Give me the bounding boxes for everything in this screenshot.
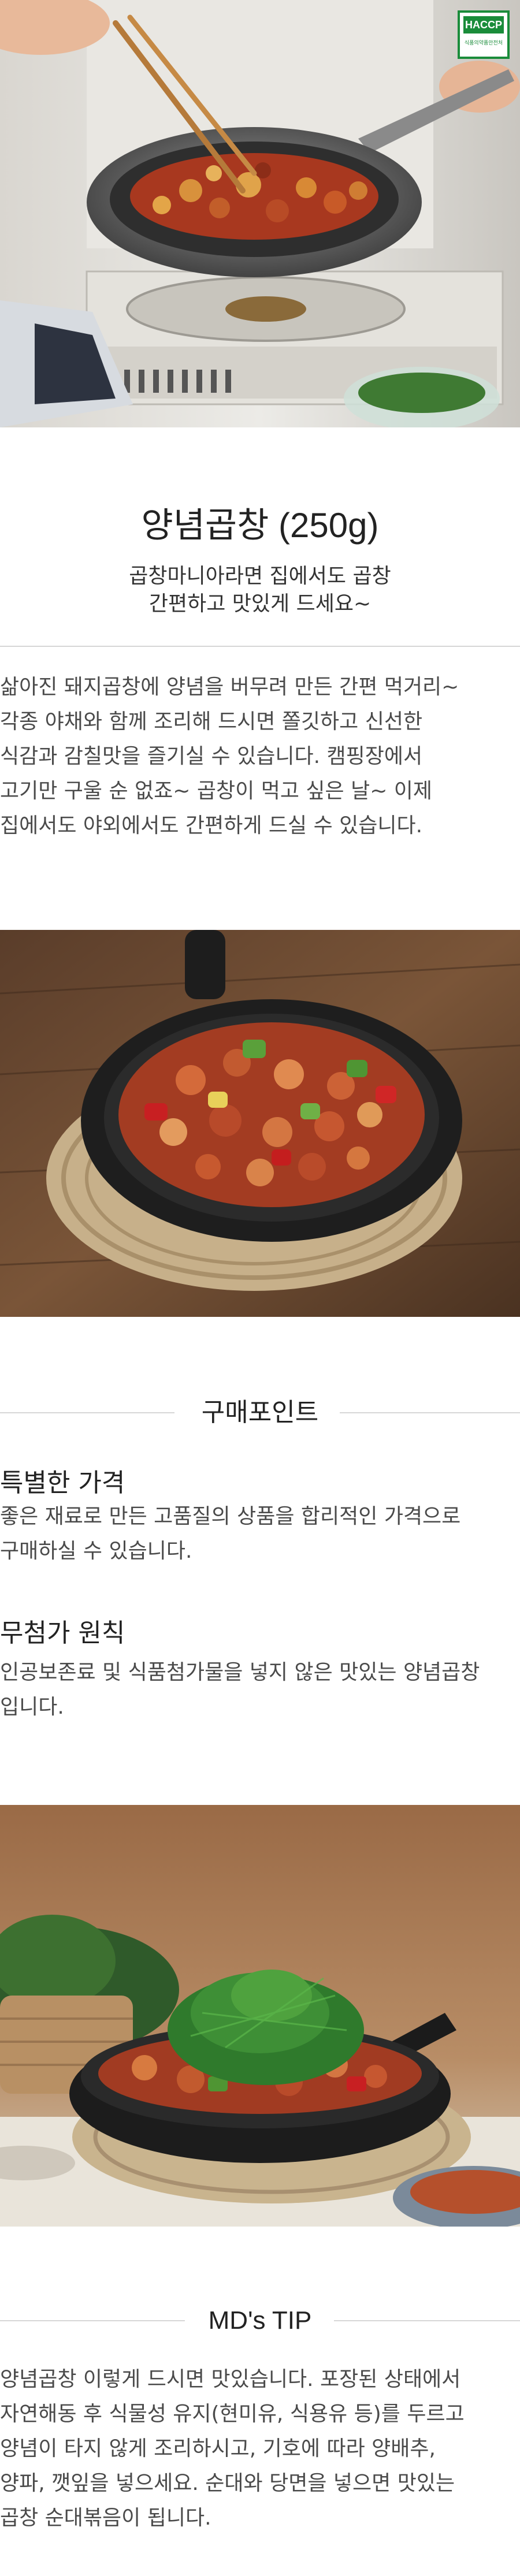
point-body-price: 좋은 재료로 만든 고품질의 상품을 합리적인 가격으로 구매하실 수 있습니다… [0,1499,520,1569]
description-line: 고기만 구울 순 없죠~ 곱창이 먹고 싶은 날~ 이제 [0,779,433,803]
haccp-badge: HACCP 식품의약품안전처 [458,10,510,59]
point-heading-additive-free: 무첨가 원칙 [0,1618,125,1648]
description-line: 각종 야채와 함께 조리해 드시면 쫄깃하고 신선한 [0,710,423,734]
section-rule-right [334,2320,520,2321]
description-line: 집에서도 야외에서도 간편하게 드실 수 있습니다. [0,814,423,837]
hero-photo: HACCP 식품의약품안전처 [0,0,520,427]
point-heading-price: 특별한 가격 [0,1468,125,1498]
food-photo-skillet [0,1805,520,2227]
point-line: 구매하실 수 있습니다. [0,1539,192,1563]
md-tip-line: 양파, 깻잎을 넣으세요. 순대와 당면을 넣으면 맛있는 [0,2471,455,2495]
md-tip-line: 양념곱창 이렇게 드시면 맛있습니다. 포장된 상태에서 [0,2367,461,2391]
md-tip-line: 자연해동 후 식물성 유지(현미유, 식용유 등)를 두르고 [0,2402,465,2426]
md-tip-body: 양념곱창 이렇게 드시면 맛있습니다. 포장된 상태에서 자연해동 후 식물성 … [0,2362,520,2536]
point-line: 좋은 재료로 만든 고품질의 상품을 합리적인 가격으로 [0,1505,461,1528]
food-photo-pan [0,930,520,1317]
description-line: 식감과 감칠맛을 즐기실 수 있습니다. 캠핑장에서 [0,744,423,768]
haccp-badge-title: HACCP [463,16,504,33]
product-subtitle-line: 간편하고 맛있게 드세요~ [148,592,372,616]
md-tip-line: 곱창 순대볶음이 됩니다. [0,2506,211,2530]
point-line: 입니다. [0,1695,64,1719]
haccp-badge-sub: 식품의약품안전처 [464,40,503,46]
product-subtitle-line: 곱창마니아라면 집에서도 곱창 [129,564,391,588]
description-line: 삶아진 돼지곱창에 양념을 버무려 만든 간편 먹거리~ [0,675,459,699]
product-subtitle: 곱창마니아라면 집에서도 곱창 간편하고 맛있게 드세요~ [0,563,520,618]
product-title: 양념곱창 (250g) [141,506,379,545]
section-rule-right [340,1412,520,1413]
divider [0,646,520,647]
product-description: 삶아진 돼지곱창에 양념을 버무려 만든 간편 먹거리~ 각종 야채와 함께 조… [0,670,520,843]
point-body-additive-free: 인공보존료 및 식품첨가물을 넣지 않은 맛있는 양념곱창 입니다. [0,1655,520,1725]
md-tip-line: 양념이 타지 않게 조리하시고, 기호에 따라 양배추, [0,2437,436,2460]
point-line: 인공보존료 및 식품첨가물을 넣지 않은 맛있는 양념곱창 [0,1661,480,1684]
